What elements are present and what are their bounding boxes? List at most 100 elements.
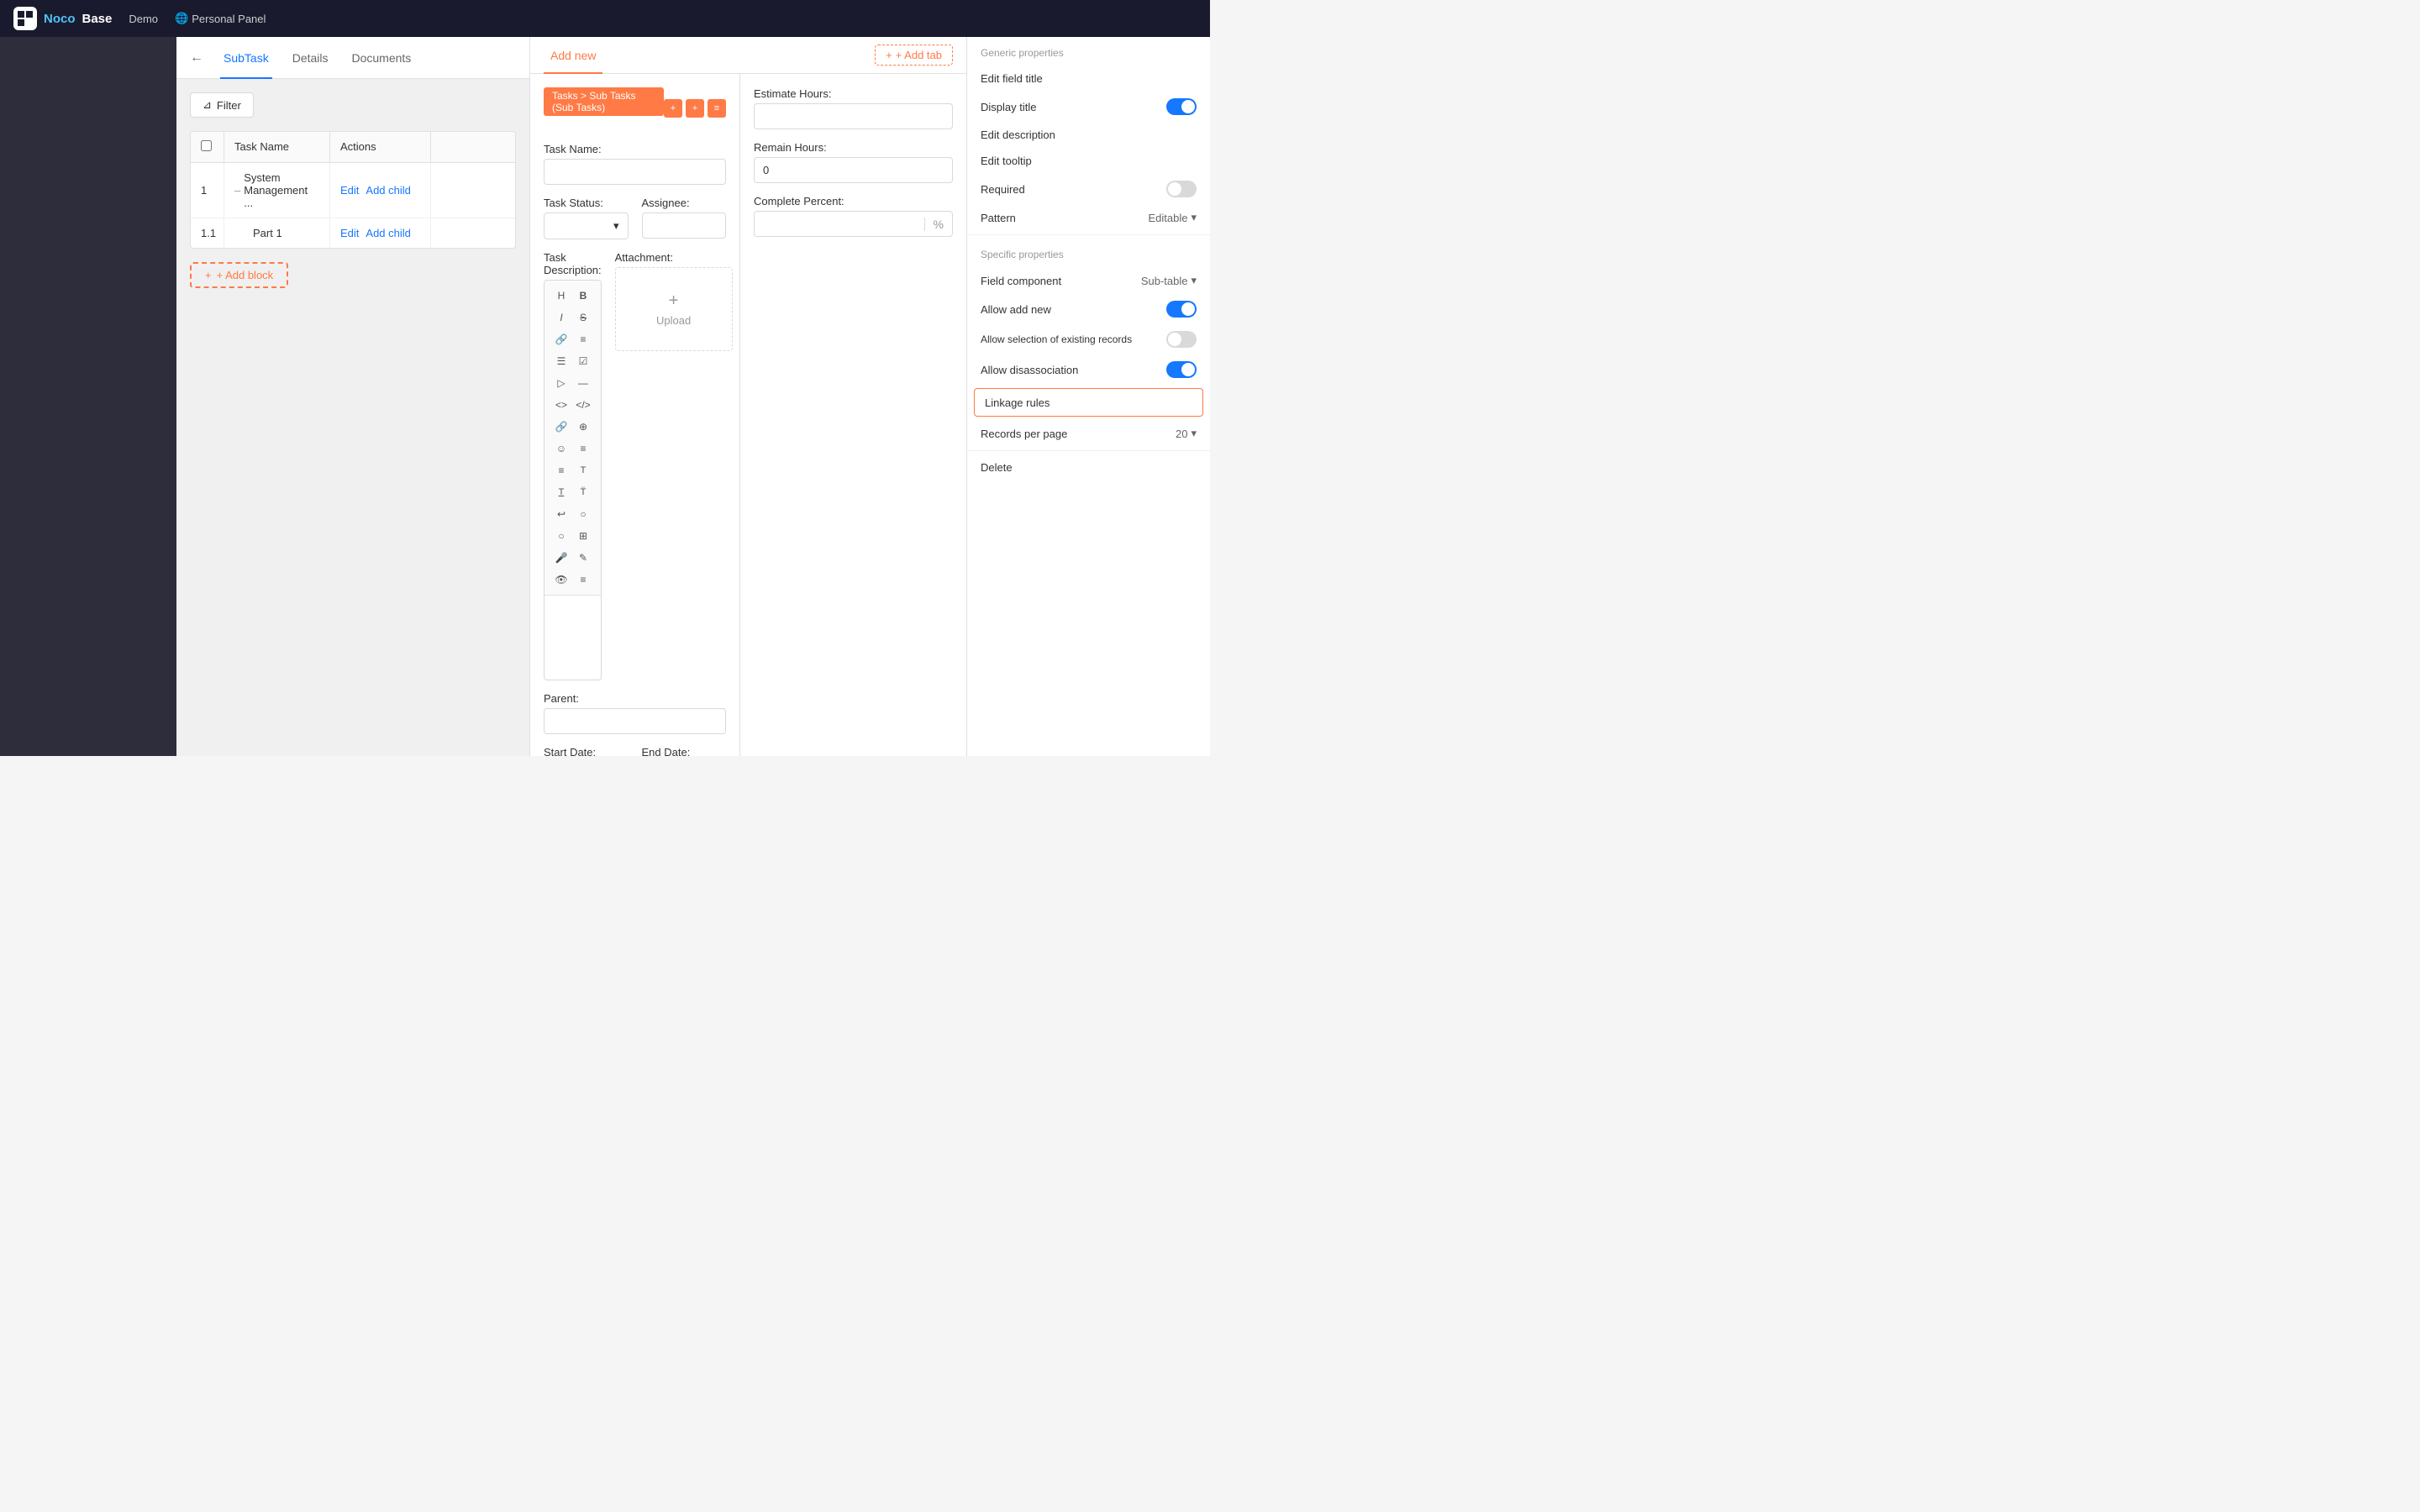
filter-button[interactable]: ⊿ Filter bbox=[190, 92, 254, 118]
upload-text: Upload bbox=[656, 314, 691, 327]
start-date-field: Start Date: Select date 📅 bbox=[544, 746, 629, 756]
toolbar-emoji-btn[interactable]: ☺ bbox=[551, 438, 571, 459]
nav-personal-panel[interactable]: 🌐 Personal Panel bbox=[175, 12, 266, 25]
toolbar-underline-btn[interactable]: T bbox=[551, 482, 571, 502]
task-name-input[interactable] bbox=[544, 159, 726, 185]
prop-label: Required bbox=[981, 183, 1166, 196]
prop-label: Records per page bbox=[981, 428, 1176, 440]
toolbar-bullet-btn[interactable]: ≡ bbox=[573, 329, 593, 349]
complete-percent-label: Complete Percent: bbox=[754, 195, 953, 207]
prop-label: Display title bbox=[981, 101, 1166, 113]
nav-demo[interactable]: Demo bbox=[129, 13, 158, 25]
allow-selection-toggle[interactable] bbox=[1166, 331, 1197, 348]
editor-body[interactable] bbox=[544, 596, 601, 680]
toolbar-code-btn[interactable]: <> bbox=[551, 395, 571, 415]
logo-icon bbox=[13, 7, 37, 30]
toolbar-align2-btn[interactable]: ≡ bbox=[551, 460, 571, 480]
table-row: 1 – System Management ... Edit Add child bbox=[191, 163, 515, 218]
allow-add-new-toggle[interactable] bbox=[1166, 301, 1197, 318]
add-child-link[interactable]: Add child bbox=[366, 184, 410, 197]
select-all-checkbox[interactable] bbox=[201, 140, 212, 151]
tab-details[interactable]: Details bbox=[289, 37, 332, 79]
content-area: ⊿ Filter Task Name Actions 1 – bbox=[176, 79, 529, 756]
add-block-button[interactable]: + + Add block bbox=[190, 262, 288, 288]
form-add-col-btn[interactable]: + bbox=[664, 99, 682, 118]
prop-records-per-page[interactable]: Records per page 20 ▾ bbox=[967, 420, 1210, 447]
end-date-field: End Date: Select date 📅 bbox=[642, 746, 727, 756]
prop-edit-tooltip[interactable]: Edit tooltip bbox=[967, 148, 1210, 174]
prop-label: Delete bbox=[981, 461, 1197, 474]
toolbar-code2-btn[interactable]: </> bbox=[573, 395, 593, 415]
prop-display-title[interactable]: Display title bbox=[967, 92, 1210, 122]
panel-tab-add-new[interactable]: Add new bbox=[544, 37, 602, 74]
prop-allow-add-new[interactable]: Allow add new bbox=[967, 294, 1210, 324]
prop-field-component[interactable]: Field component Sub-table ▾ bbox=[967, 267, 1210, 294]
toolbar-circle1-btn[interactable]: ○ bbox=[573, 504, 593, 524]
toolbar-strikethrough-btn[interactable]: S bbox=[573, 307, 593, 328]
form-add-row-btn[interactable]: + bbox=[686, 99, 704, 118]
remain-hours-field: Remain Hours: bbox=[754, 141, 953, 183]
prop-label: Edit tooltip bbox=[981, 155, 1197, 167]
prop-linkage-rules[interactable]: Linkage rules bbox=[974, 388, 1203, 417]
toolbar-circle2-btn[interactable]: ○ bbox=[551, 526, 571, 546]
toolbar-bold-btn[interactable]: B bbox=[573, 286, 593, 306]
toolbar-link-btn[interactable]: 🔗 bbox=[551, 329, 571, 349]
estimate-hours-input[interactable] bbox=[754, 103, 953, 129]
toolbar-italic-btn[interactable]: I bbox=[551, 307, 571, 328]
toolbar-link2-btn[interactable]: 🔗 bbox=[551, 417, 571, 437]
required-toggle[interactable] bbox=[1166, 181, 1197, 197]
prop-required[interactable]: Required bbox=[967, 174, 1210, 204]
task-name-label: Task Name: bbox=[544, 143, 726, 155]
chevron-down-icon: ▾ bbox=[1191, 274, 1197, 287]
toolbar-edit-btn[interactable]: ✎ bbox=[573, 548, 593, 568]
logo-text-2: Base bbox=[82, 12, 113, 26]
toolbar-math-btn[interactable]: ⊕ bbox=[573, 417, 593, 437]
task-desc-field: Task Description: H B I S 🔗 ≡ ☰ ☑ bbox=[544, 251, 602, 680]
complete-percent-input[interactable] bbox=[755, 212, 924, 236]
toolbar-align-btn[interactable]: ≡ bbox=[573, 438, 593, 459]
complete-percent-field: Complete Percent: % bbox=[754, 195, 953, 237]
prop-pattern[interactable]: Pattern Editable ▾ bbox=[967, 204, 1210, 231]
prop-edit-description[interactable]: Edit description bbox=[967, 122, 1210, 148]
remain-hours-input[interactable] bbox=[754, 157, 953, 183]
toolbar-undo-btn[interactable]: ↩ bbox=[551, 504, 571, 524]
dates-row: Start Date: Select date 📅 End Date: Sele… bbox=[544, 746, 726, 756]
toolbar-table-btn[interactable]: ⊞ bbox=[573, 526, 593, 546]
edit-link-2[interactable]: Edit bbox=[340, 227, 359, 239]
assignee-input[interactable] bbox=[642, 213, 727, 239]
add-child-link-2[interactable]: Add child bbox=[366, 227, 410, 239]
add-tab-button[interactable]: + + Add tab bbox=[875, 45, 953, 66]
upload-area[interactable]: + Upload bbox=[615, 267, 733, 351]
back-button[interactable]: ← bbox=[190, 50, 203, 66]
plus-icon: + bbox=[669, 291, 679, 311]
data-table: Task Name Actions 1 – System Management … bbox=[190, 131, 516, 249]
expand-icon[interactable]: – bbox=[234, 184, 240, 197]
toolbar-ol-btn[interactable]: ☰ bbox=[551, 351, 571, 371]
prop-label: Edit description bbox=[981, 129, 1197, 141]
prop-edit-field-title[interactable]: Edit field title bbox=[967, 66, 1210, 92]
task-status-select[interactable]: ▾ bbox=[544, 213, 629, 239]
toolbar-task-btn[interactable]: ☑ bbox=[573, 351, 593, 371]
prop-allow-selection[interactable]: Allow selection of existing records bbox=[967, 324, 1210, 354]
toolbar-mic-btn[interactable]: 🎤 bbox=[551, 548, 571, 568]
display-title-toggle[interactable] bbox=[1166, 98, 1197, 115]
toolbar-overline-btn[interactable]: T̈ bbox=[573, 482, 593, 502]
form-layout-btn[interactable]: ≡ bbox=[708, 99, 726, 118]
table-header: Task Name Actions bbox=[191, 132, 515, 163]
prop-allow-disassociation[interactable]: Allow disassociation bbox=[967, 354, 1210, 385]
toolbar-play-btn[interactable]: ▷ bbox=[551, 373, 571, 393]
prop-label: Pattern bbox=[981, 212, 1148, 224]
tab-documents[interactable]: Documents bbox=[349, 37, 415, 79]
edit-link[interactable]: Edit bbox=[340, 184, 359, 197]
toolbar-h-btn[interactable]: H bbox=[551, 286, 571, 306]
toolbar-t-btn[interactable]: T bbox=[573, 460, 593, 480]
parent-label: Parent: bbox=[544, 692, 726, 705]
toolbar-view-btn[interactable]: 👁 bbox=[551, 570, 571, 590]
parent-input[interactable] bbox=[544, 708, 726, 734]
prop-delete[interactable]: Delete bbox=[967, 454, 1210, 480]
task-status-field: Task Status: ▾ bbox=[544, 197, 629, 239]
allow-disassociation-toggle[interactable] bbox=[1166, 361, 1197, 378]
tab-subtask[interactable]: SubTask bbox=[220, 37, 272, 79]
toolbar-menu-btn[interactable]: ≡ bbox=[573, 570, 593, 590]
toolbar-hr-btn[interactable]: — bbox=[573, 373, 593, 393]
